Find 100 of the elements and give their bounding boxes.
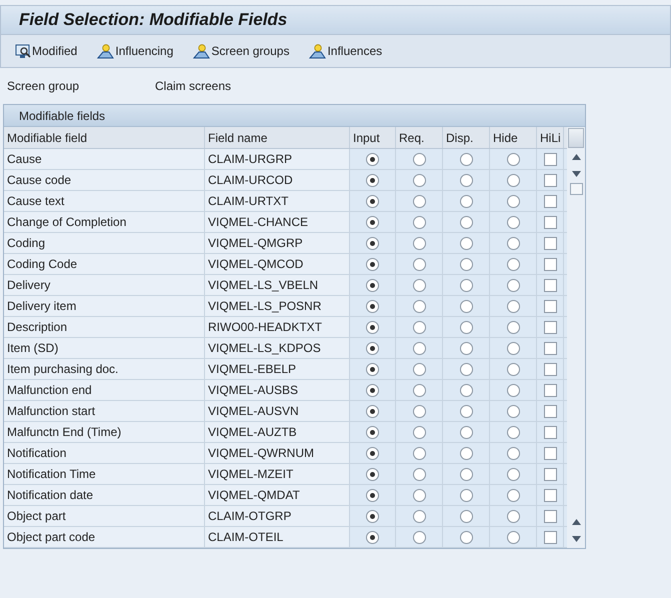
radio-button[interactable] <box>460 446 472 460</box>
checkbox[interactable] <box>544 488 556 502</box>
radio-button[interactable] <box>412 300 426 312</box>
checkbox[interactable] <box>544 300 556 312</box>
radio-button[interactable] <box>460 236 472 250</box>
radio-button[interactable] <box>460 488 472 502</box>
column-header[interactable]: Disp. <box>443 127 490 148</box>
radio-button[interactable] <box>412 384 426 396</box>
radio-button[interactable] <box>506 488 520 502</box>
column-header[interactable]: Req. <box>396 127 443 148</box>
radio-button[interactable] <box>460 510 472 522</box>
toolbar-button[interactable]: Influencing <box>97 42 174 60</box>
radio-button[interactable] <box>506 384 520 396</box>
checkbox[interactable] <box>544 510 556 522</box>
radio-button[interactable] <box>412 236 426 250</box>
radio-button[interactable] <box>412 426 426 438</box>
column-header[interactable]: Field name <box>205 127 350 148</box>
column-header[interactable]: Input <box>350 127 396 148</box>
radio-button[interactable] <box>366 258 379 270</box>
radio-button[interactable] <box>506 174 520 186</box>
checkbox[interactable] <box>544 530 556 544</box>
radio-button[interactable] <box>460 300 472 312</box>
radio-button[interactable] <box>366 300 379 312</box>
checkbox[interactable] <box>544 404 556 418</box>
radio-button[interactable] <box>506 152 520 166</box>
checkbox[interactable] <box>544 320 556 334</box>
radio-button[interactable] <box>506 446 520 460</box>
checkbox[interactable] <box>544 362 556 376</box>
radio-button[interactable] <box>506 426 520 438</box>
radio-button[interactable] <box>366 362 379 376</box>
radio-button[interactable] <box>366 152 379 166</box>
radio-button[interactable] <box>460 362 472 376</box>
checkbox[interactable] <box>544 236 556 250</box>
radio-button[interactable] <box>412 320 426 334</box>
radio-button[interactable] <box>460 216 472 228</box>
radio-button[interactable] <box>460 404 472 418</box>
radio-button[interactable] <box>412 258 426 270</box>
radio-button[interactable] <box>366 446 379 460</box>
radio-button[interactable] <box>506 510 520 522</box>
radio-button[interactable] <box>412 488 426 502</box>
radio-button[interactable] <box>412 530 426 544</box>
radio-button[interactable] <box>506 236 520 250</box>
radio-button[interactable] <box>506 320 520 334</box>
radio-button[interactable] <box>460 530 472 544</box>
radio-button[interactable] <box>366 530 379 544</box>
scroll-up-icon[interactable] <box>572 519 580 525</box>
radio-button[interactable] <box>366 174 379 186</box>
radio-button[interactable] <box>460 320 472 334</box>
column-header[interactable]: Modifiable field <box>4 127 205 148</box>
radio-button[interactable] <box>412 404 426 418</box>
checkbox[interactable] <box>544 258 556 270</box>
checkbox[interactable] <box>544 468 556 480</box>
toolbar-button[interactable]: Modified <box>15 42 78 60</box>
checkbox[interactable] <box>544 446 556 460</box>
scroll-thumb[interactable] <box>570 183 582 195</box>
radio-button[interactable] <box>412 194 426 208</box>
column-settings-button[interactable] <box>568 128 584 148</box>
radio-button[interactable] <box>460 258 472 270</box>
checkbox[interactable] <box>544 426 556 438</box>
column-header[interactable]: HiLi <box>537 127 564 148</box>
toolbar-button[interactable]: Influences <box>309 42 382 60</box>
radio-button[interactable] <box>460 194 472 208</box>
radio-button[interactable] <box>506 362 520 376</box>
radio-button[interactable] <box>412 216 426 228</box>
radio-button[interactable] <box>412 510 426 522</box>
radio-button[interactable] <box>366 342 379 354</box>
radio-button[interactable] <box>460 342 472 354</box>
radio-button[interactable] <box>366 278 379 292</box>
checkbox[interactable] <box>544 194 556 208</box>
checkbox[interactable] <box>544 342 556 354</box>
column-header[interactable]: Hide <box>490 127 537 148</box>
radio-button[interactable] <box>412 174 426 186</box>
scroll-up-icon[interactable] <box>572 154 580 160</box>
radio-button[interactable] <box>366 426 379 438</box>
radio-button[interactable] <box>366 468 379 480</box>
radio-button[interactable] <box>506 468 520 480</box>
radio-button[interactable] <box>366 236 379 250</box>
checkbox[interactable] <box>544 278 556 292</box>
checkbox[interactable] <box>544 174 556 186</box>
radio-button[interactable] <box>412 362 426 376</box>
radio-button[interactable] <box>412 468 426 480</box>
radio-button[interactable] <box>412 278 426 292</box>
toolbar-button[interactable]: Screen groups <box>193 42 290 60</box>
radio-button[interactable] <box>366 510 379 522</box>
radio-button[interactable] <box>506 258 520 270</box>
radio-button[interactable] <box>506 404 520 418</box>
radio-button[interactable] <box>506 194 520 208</box>
radio-button[interactable] <box>366 194 379 208</box>
radio-button[interactable] <box>366 404 379 418</box>
radio-button[interactable] <box>506 216 520 228</box>
radio-button[interactable] <box>506 342 520 354</box>
checkbox[interactable] <box>544 152 556 166</box>
radio-button[interactable] <box>460 152 472 166</box>
radio-button[interactable] <box>366 488 379 502</box>
radio-button[interactable] <box>506 300 520 312</box>
radio-button[interactable] <box>412 342 426 354</box>
checkbox[interactable] <box>544 384 556 396</box>
radio-button[interactable] <box>460 384 472 396</box>
radio-button[interactable] <box>366 216 379 228</box>
scroll-down-icon[interactable] <box>572 171 580 177</box>
